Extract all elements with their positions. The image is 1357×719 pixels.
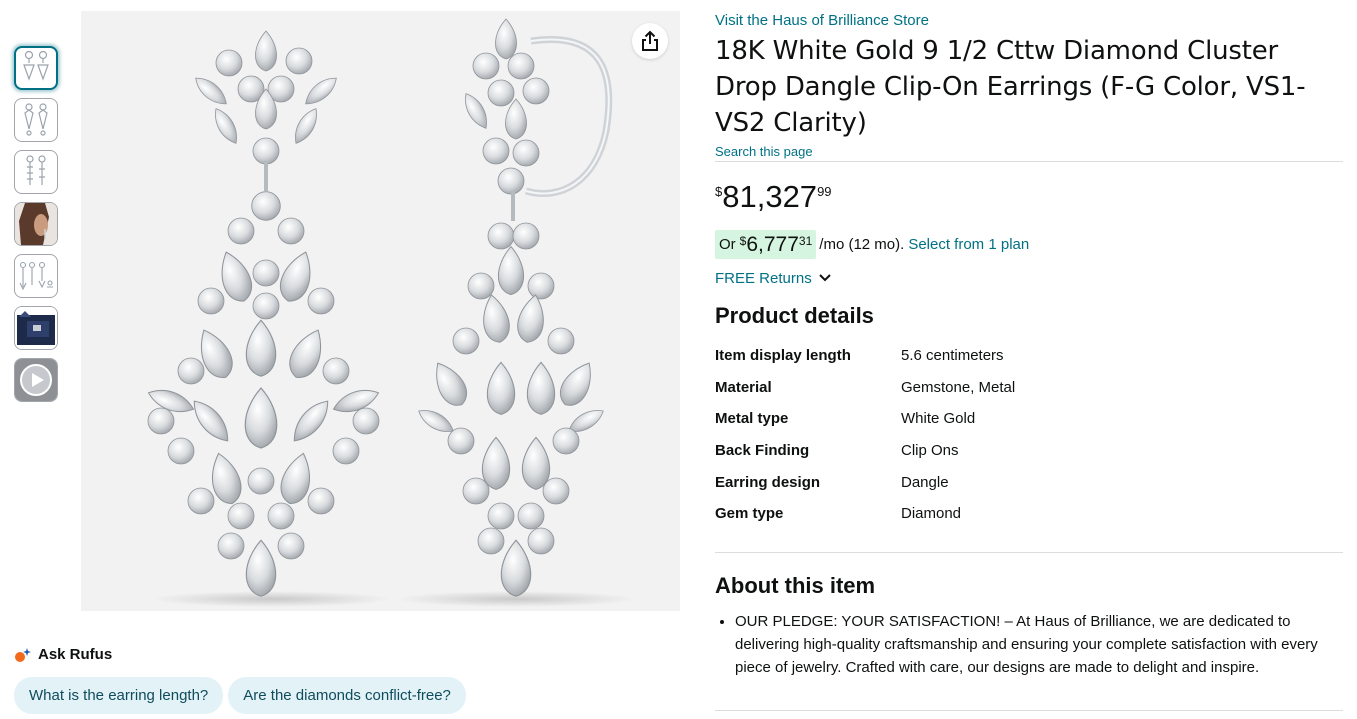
spec-key: Earring design	[715, 473, 821, 491]
monthly-fraction: 31	[798, 234, 813, 248]
product-details-column: Visit the Haus of Brilliance Store 18K W…	[715, 11, 1343, 679]
spec-value: 5.6 centimeters	[901, 347, 1004, 365]
product-details-heading: Product details	[715, 303, 874, 328]
price: $ 81,327 99	[715, 180, 1343, 216]
price-whole: 81,327	[722, 179, 818, 214]
spec-key: Metal type	[715, 410, 789, 428]
thumbnail-5[interactable]	[14, 254, 58, 298]
about-divider	[715, 551, 1343, 553]
share-button[interactable]	[632, 23, 668, 59]
price-symbol: $	[715, 184, 723, 199]
monthly-price-badge: Or $ 6,777 31	[715, 230, 817, 259]
earring-side-thumb-icon	[26, 155, 46, 185]
table-row: Gem type Diamond	[715, 498, 1015, 530]
gift-box-thumb-icon	[15, 307, 57, 349]
table-row: Item display length 5.6 centimeters	[715, 340, 1015, 372]
monthly-or: Or	[719, 236, 736, 253]
video-thumb-icon	[15, 359, 57, 401]
product-details-table: Item display length 5.6 centimeters Mate…	[715, 340, 1015, 530]
monthly-payment: Or $ 6,777 31 /mo (12 mo). Select from 1…	[715, 230, 1343, 259]
diamond-earrings-image	[144, 18, 636, 607]
thumbnail-3[interactable]	[14, 150, 58, 194]
table-row: Material Gemstone, Metal	[715, 372, 1015, 404]
list-item: OUR PLEDGE: YOUR SATISFACTION! – At Haus…	[735, 610, 1343, 679]
spec-value: Diamond	[901, 505, 962, 523]
search-this-page-link[interactable]: Search this page	[715, 144, 813, 159]
thumbnail-strip	[14, 46, 60, 410]
chevron-down-icon	[818, 274, 831, 282]
earring-thumb-icon	[24, 103, 48, 136]
bottom-divider	[715, 710, 1343, 711]
rufus-chip-earring-length[interactable]: What is the earring length?	[14, 677, 224, 714]
spec-value: White Gold	[901, 410, 976, 428]
ask-rufus-section: Ask Rufus What is the earring length? Ar…	[14, 646, 466, 714]
free-returns-label: FREE Returns	[715, 269, 812, 287]
title-divider	[715, 161, 1343, 162]
earring-thumb-icon	[23, 50, 49, 81]
main-product-image[interactable]	[81, 11, 680, 611]
model-ear-thumb-icon	[15, 203, 57, 245]
thumbnail-4[interactable]	[14, 202, 58, 246]
spec-value: Clip Ons	[901, 442, 959, 460]
spec-key: Gem type	[715, 505, 784, 523]
product-title: 18K White Gold 9 1/2 Cttw Diamond Cluste…	[715, 36, 1306, 138]
about-bullets: OUR PLEDGE: YOUR SATISFACTION! – At Haus…	[715, 610, 1343, 679]
thumbnail-7-video[interactable]	[14, 358, 58, 402]
monthly-term: /mo (12 mo).	[819, 236, 905, 253]
select-plan-link[interactable]: Select from 1 plan	[908, 236, 1029, 253]
store-link[interactable]: Visit the Haus of Brilliance Store	[715, 11, 929, 31]
spec-key: Item display length	[715, 347, 851, 365]
table-row: Back Finding Clip Ons	[715, 435, 1015, 467]
table-row: Metal type White Gold	[715, 403, 1015, 435]
rufus-chip-conflict-free[interactable]: Are the diamonds conflict-free?	[228, 677, 466, 714]
rufus-icon	[15, 647, 31, 662]
monthly-whole: 6,777	[746, 232, 799, 256]
thumbnail-2[interactable]	[14, 98, 58, 142]
about-this-item-heading: About this item	[715, 572, 876, 598]
thumbnail-1[interactable]	[14, 46, 58, 90]
free-returns-toggle[interactable]: FREE Returns	[715, 268, 1343, 288]
spec-key: Material	[715, 378, 772, 396]
price-fraction: 99	[817, 184, 832, 199]
ask-rufus-header[interactable]: Ask Rufus	[14, 646, 112, 663]
monthly-symbol: $	[739, 234, 747, 248]
rufus-suggestions: What is the earring length? Are the diam…	[14, 677, 466, 714]
earring-set-thumb-icon	[19, 261, 53, 291]
spec-value: Dangle	[901, 473, 949, 491]
thumbnail-6[interactable]	[14, 306, 58, 350]
ask-rufus-label: Ask Rufus	[38, 646, 113, 663]
spec-value: Gemstone, Metal	[901, 378, 1016, 396]
spec-key: Back Finding	[715, 442, 810, 460]
share-icon	[642, 30, 658, 51]
table-row: Earring design Dangle	[715, 466, 1015, 498]
